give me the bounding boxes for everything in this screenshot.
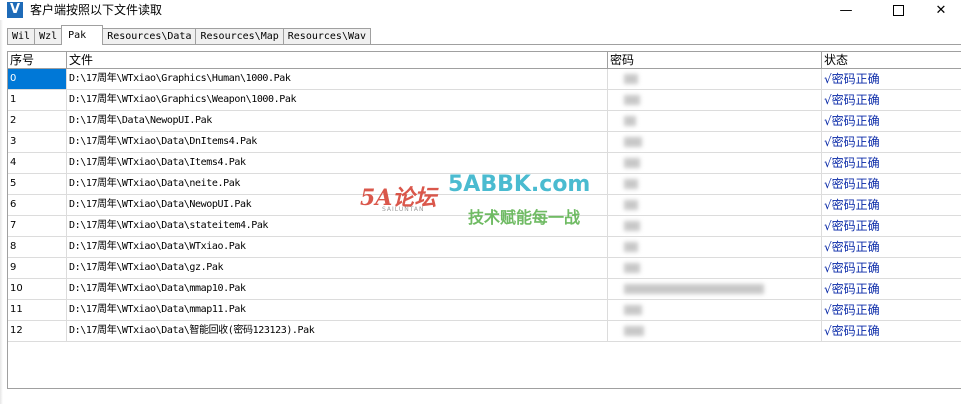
row-index-cell[interactable]: 12 <box>8 321 67 342</box>
row-password-cell[interactable] <box>608 174 822 195</box>
row-status-cell[interactable]: √密码正确 <box>822 111 961 132</box>
row-index-cell[interactable]: 10 <box>8 279 67 300</box>
row-status-cell[interactable]: √密码正确 <box>822 300 961 321</box>
table-row[interactable]: 4 D:\17周年\WTxiao\Data\Items4.Pak √密码正确 <box>8 153 961 174</box>
table-row[interactable]: 5 D:\17周年\WTxiao\Data\neite.Pak √密码正确 <box>8 174 961 195</box>
close-button[interactable]: ✕ <box>918 0 961 20</box>
row-index-cell[interactable]: 6 <box>8 195 67 216</box>
tab-resources-map[interactable]: Resources\Map <box>195 28 284 45</box>
redacted-password <box>624 326 644 336</box>
row-index-cell[interactable]: 8 <box>8 237 67 258</box>
row-password-cell[interactable] <box>608 90 822 111</box>
table-row[interactable]: 11 D:\17周年\WTxiao\Data\mmap11.Pak √密码正确 <box>8 300 961 321</box>
redacted-password <box>624 137 642 147</box>
maximize-button[interactable] <box>875 0 921 20</box>
row-status-cell[interactable]: √密码正确 <box>822 153 961 174</box>
row-password-cell[interactable] <box>608 69 822 90</box>
table-row[interactable]: 0 D:\17周年\WTxiao\Graphics\Human\1000.Pak √… <box>8 69 961 90</box>
row-status-cell[interactable]: √密码正确 <box>822 69 961 90</box>
row-password-cell[interactable] <box>608 132 822 153</box>
row-index-cell[interactable]: 7 <box>8 216 67 237</box>
window-edge-shadow <box>0 0 3 404</box>
table-row[interactable]: 7 D:\17周年\WTxiao\Data\stateitem4.Pak √密码正确 <box>8 216 961 237</box>
row-file-cell[interactable]: D:\17周年\WTxiao\Data\DnItems4.Pak <box>67 132 608 153</box>
row-file-cell[interactable]: D:\17周年\WTxiao\Data\mmap10.Pak <box>67 279 608 300</box>
row-file-cell[interactable]: D:\17周年\Data\NewopUI.Pak <box>67 111 608 132</box>
redacted-password <box>624 221 640 231</box>
tab-resources-wav[interactable]: Resources\Wav <box>282 28 372 45</box>
row-status-cell[interactable]: √密码正确 <box>822 258 961 279</box>
row-index-cell[interactable]: 1 <box>8 90 67 111</box>
row-file-cell[interactable]: D:\17周年\WTxiao\Data\NewopUI.Pak <box>67 195 608 216</box>
redacted-password <box>624 158 640 168</box>
row-password-cell[interactable] <box>608 321 822 342</box>
row-index-cell[interactable]: 9 <box>8 258 67 279</box>
row-password-cell[interactable] <box>608 195 822 216</box>
row-password-cell[interactable] <box>608 153 822 174</box>
tab-strip: Wil Wzl Pak Resources\Data Resources\Map… <box>7 25 372 45</box>
header-status[interactable]: 状态 <box>822 52 961 69</box>
tab-panel-pak: 序号 文件 密码 状态 0 D:\17周年\WTxiao\Graphics\Hum… <box>7 44 961 405</box>
header-file[interactable]: 文件 <box>67 52 608 69</box>
table-row[interactable]: 8 D:\17周年\WTxiao\Data\WTxiao.Pak √密码正确 <box>8 237 961 258</box>
row-index-cell[interactable]: 0 <box>8 69 67 90</box>
row-file-cell[interactable]: D:\17周年\WTxiao\Data\stateitem4.Pak <box>67 216 608 237</box>
row-file-cell[interactable]: D:\17周年\WTxiao\Data\WTxiao.Pak <box>67 237 608 258</box>
header-index[interactable]: 序号 <box>8 52 67 69</box>
minimize-button[interactable]: — <box>823 0 869 20</box>
table-row[interactable]: 1 D:\17周年\WTxiao\Graphics\Weapon\1000.Pak… <box>8 90 961 111</box>
header-password[interactable]: 密码 <box>608 52 822 69</box>
row-index-cell[interactable]: 5 <box>8 174 67 195</box>
row-status-cell[interactable]: √密码正确 <box>822 174 961 195</box>
redacted-password <box>624 305 642 315</box>
title-bar[interactable]: V 客户端按照以下文件读取 — ✕ <box>0 0 961 20</box>
redacted-password <box>624 179 638 189</box>
row-file-cell[interactable]: D:\17周年\WTxiao\Data\gz.Pak <box>67 258 608 279</box>
window-title: 客户端按照以下文件读取 <box>30 3 163 17</box>
maximize-icon <box>892 4 904 16</box>
table-row[interactable]: 10 D:\17周年\WTxiao\Data\mmap10.Pak √密码正确 <box>8 279 961 300</box>
table-row[interactable]: 9 D:\17周年\WTxiao\Data\gz.Pak √密码正确 <box>8 258 961 279</box>
row-file-cell[interactable]: D:\17周年\WTxiao\Graphics\Human\1000.Pak <box>67 69 608 90</box>
row-file-cell[interactable]: D:\17周年\WTxiao\Data\neite.Pak <box>67 174 608 195</box>
table-row[interactable]: 6 D:\17周年\WTxiao\Data\NewopUI.Pak √密码正确 <box>8 195 961 216</box>
row-file-cell[interactable]: D:\17周年\WTxiao\Graphics\Weapon\1000.Pak <box>67 90 608 111</box>
row-index-cell[interactable]: 11 <box>8 300 67 321</box>
tab-wil[interactable]: Wil <box>7 28 36 45</box>
row-password-cell[interactable] <box>608 216 822 237</box>
redacted-password <box>624 200 638 210</box>
redacted-password <box>624 242 638 252</box>
row-password-cell[interactable] <box>608 279 822 300</box>
table-row[interactable]: 12 D:\17周年\WTxiao\Data\智能回收(密码123123).Pak… <box>8 321 961 342</box>
row-password-cell[interactable] <box>608 258 822 279</box>
tab-wzl[interactable]: Wzl <box>34 28 63 45</box>
redacted-password <box>624 95 640 105</box>
row-index-cell[interactable]: 3 <box>8 132 67 153</box>
row-password-cell[interactable] <box>608 111 822 132</box>
table-row[interactable]: 3 D:\17周年\WTxiao\Data\DnItems4.Pak √密码正确 <box>8 132 961 153</box>
app-icon: V <box>7 2 23 18</box>
row-status-cell[interactable]: √密码正确 <box>822 279 961 300</box>
redacted-password <box>624 74 638 84</box>
row-file-cell[interactable]: D:\17周年\WTxiao\Data\Items4.Pak <box>67 153 608 174</box>
row-password-cell[interactable] <box>608 237 822 258</box>
row-index-cell[interactable]: 4 <box>8 153 67 174</box>
redacted-password <box>624 263 640 273</box>
table-row[interactable]: 2 D:\17周年\Data\NewopUI.Pak √密码正确 <box>8 111 961 132</box>
row-status-cell[interactable]: √密码正确 <box>822 90 961 111</box>
row-file-cell[interactable]: D:\17周年\WTxiao\Data\mmap11.Pak <box>67 300 608 321</box>
row-status-cell[interactable]: √密码正确 <box>822 195 961 216</box>
redacted-password <box>624 116 636 126</box>
redacted-password <box>624 284 764 294</box>
tab-resources-data[interactable]: Resources\Data <box>102 28 197 45</box>
row-index-cell[interactable]: 2 <box>8 111 67 132</box>
row-status-cell[interactable]: √密码正确 <box>822 237 961 258</box>
row-password-cell[interactable] <box>608 300 822 321</box>
row-status-cell[interactable]: √密码正确 <box>822 321 961 342</box>
row-status-cell[interactable]: √密码正确 <box>822 216 961 237</box>
row-file-cell[interactable]: D:\17周年\WTxiao\Data\智能回收(密码123123).Pak <box>67 321 608 342</box>
row-status-cell[interactable]: √密码正确 <box>822 132 961 153</box>
tab-pak[interactable]: Pak <box>61 25 104 45</box>
file-grid[interactable]: 序号 文件 密码 状态 0 D:\17周年\WTxiao\Graphics\Hum… <box>7 51 961 389</box>
